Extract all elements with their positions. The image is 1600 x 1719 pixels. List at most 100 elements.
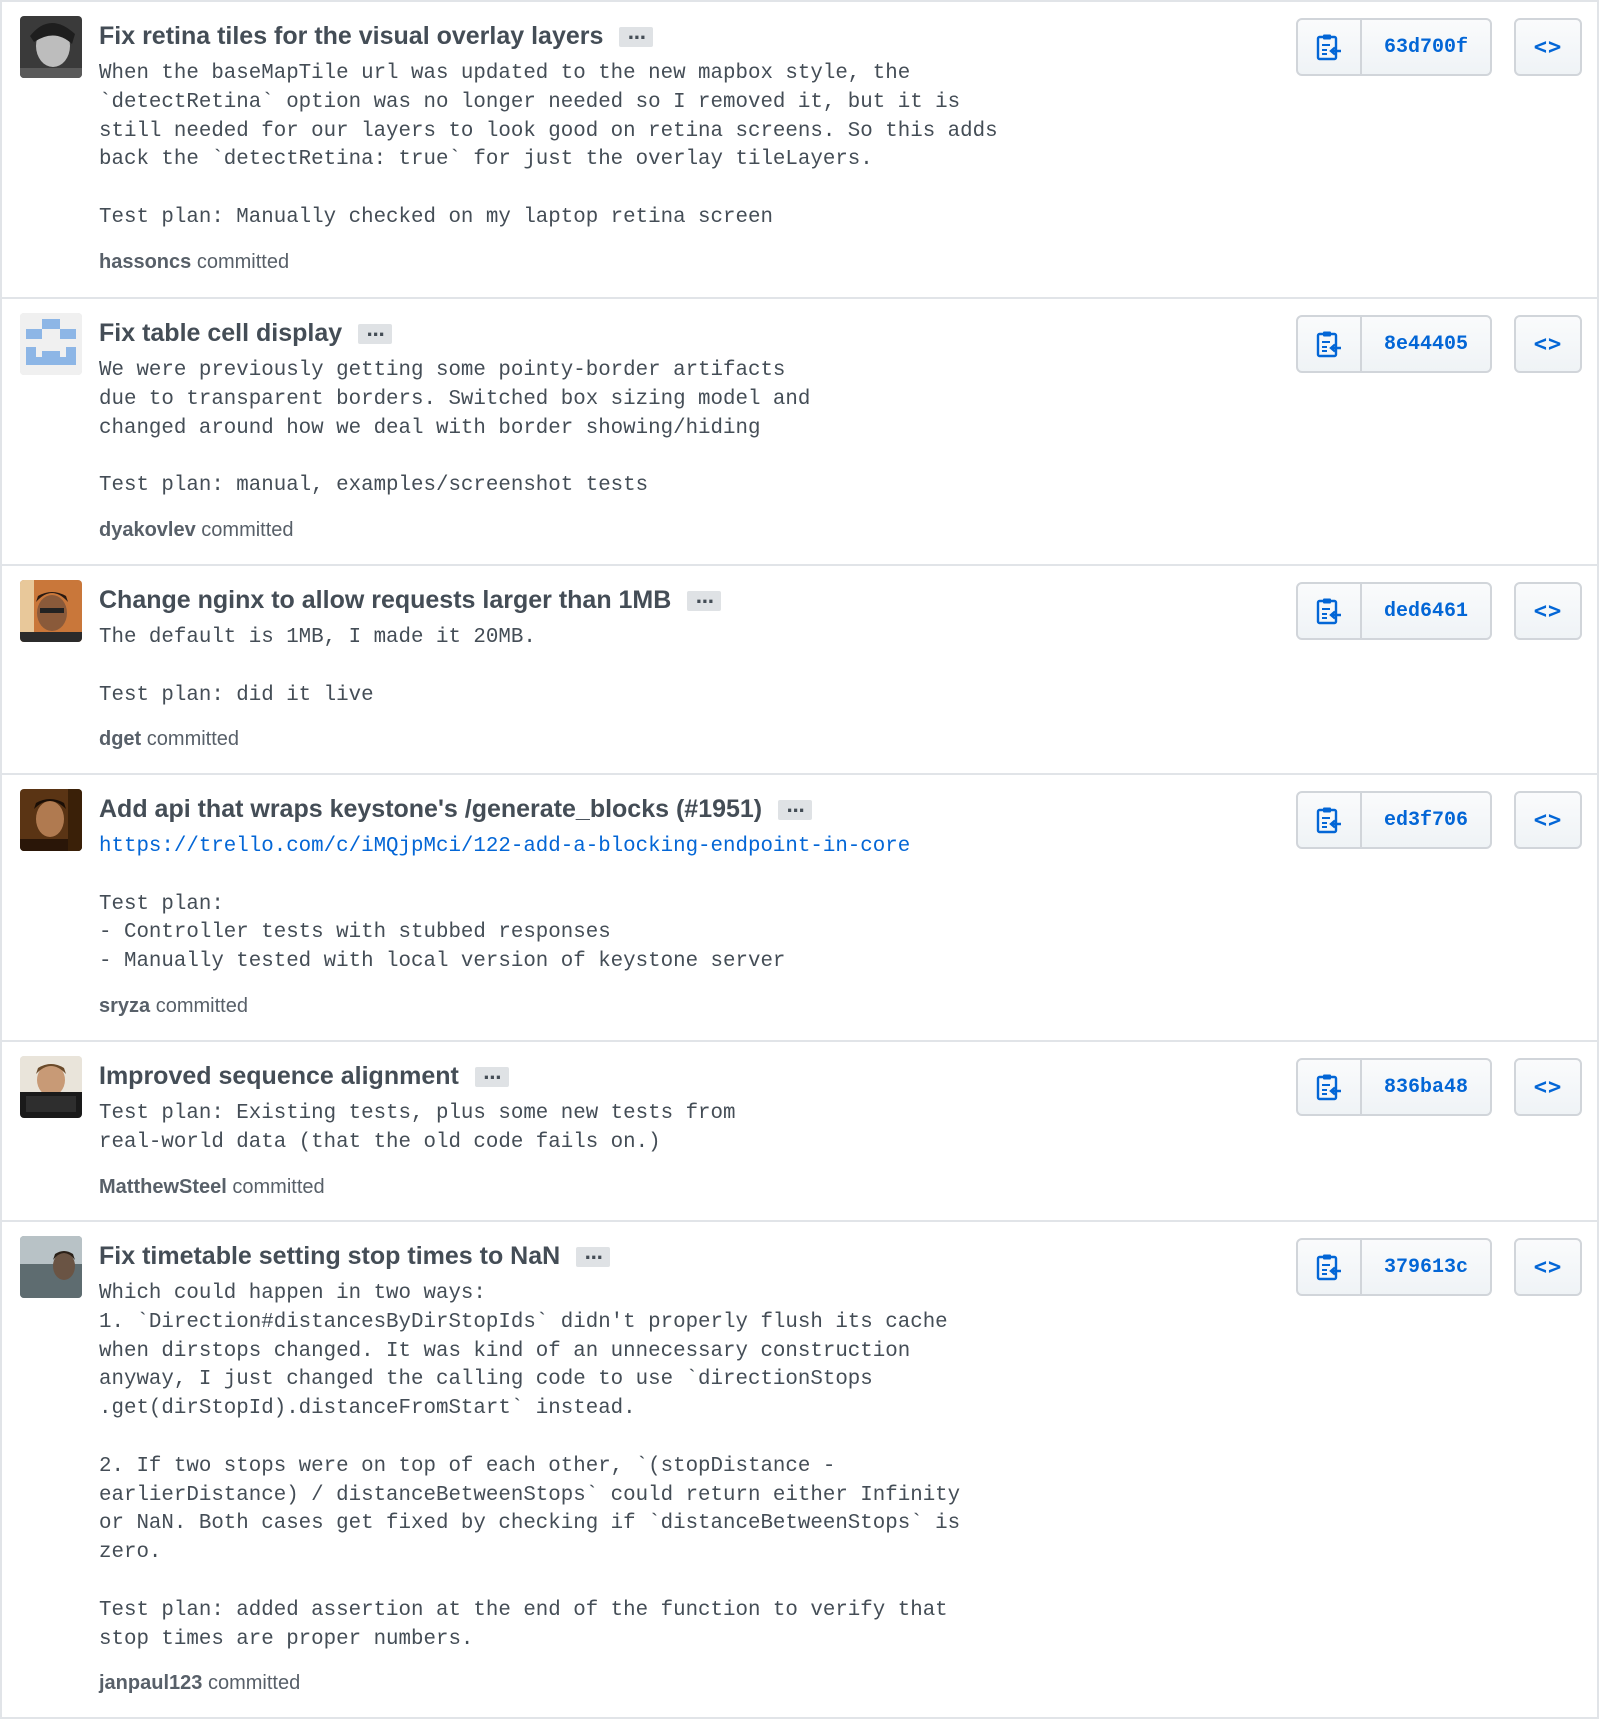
sha-button-group: 63d700f bbox=[1296, 18, 1492, 76]
commit-title[interactable]: Change nginx to allow requests larger th… bbox=[99, 586, 671, 615]
commit-title[interactable]: Fix table cell display bbox=[99, 319, 342, 348]
clipboard-copy-icon bbox=[1316, 807, 1341, 834]
browse-repo-button[interactable]: <> bbox=[1514, 1238, 1582, 1296]
code-icon: <> bbox=[1533, 1254, 1563, 1280]
commit-list: Fix retina tiles for the visual overlay … bbox=[0, 0, 1600, 1719]
sha-button-group: ded6461 bbox=[1296, 582, 1492, 640]
sha-button-group: 836ba48 bbox=[1296, 1058, 1492, 1116]
commit-title[interactable]: Fix retina tiles for the visual overlay … bbox=[99, 22, 603, 51]
avatar-photo-icon bbox=[20, 1056, 82, 1118]
avatar[interactable] bbox=[20, 1236, 82, 1298]
commit-item: Add api that wraps keystone's /generate_… bbox=[0, 773, 1599, 1040]
commit-title[interactable]: Fix timetable setting stop times to NaN bbox=[99, 1242, 560, 1271]
commit-meta: hassoncs committed bbox=[99, 249, 1269, 275]
commit-title[interactable]: Add api that wraps keystone's /generate_… bbox=[99, 795, 762, 824]
commit-description: Test plan: Existing tests, plus some new… bbox=[99, 1102, 736, 1154]
expand-message-button[interactable]: … bbox=[687, 587, 722, 611]
expand-message-button[interactable]: … bbox=[576, 1243, 611, 1267]
avatar-photo-icon bbox=[20, 1236, 82, 1298]
commit-actions: ded6461 <> bbox=[1296, 582, 1582, 640]
ellipsis-icon: … bbox=[786, 796, 805, 817]
commit-actions: 836ba48 <> bbox=[1296, 1058, 1582, 1116]
sha-button-group: 8e44405 bbox=[1296, 315, 1492, 373]
commit-item: Change nginx to allow requests larger th… bbox=[0, 564, 1599, 773]
clipboard-copy-icon bbox=[1316, 34, 1341, 61]
commit-action-text: committed bbox=[146, 728, 240, 751]
commit-sha-link[interactable]: 379613c bbox=[1362, 1240, 1490, 1294]
commit-description: The default is 1MB, I made it 20MB. Test… bbox=[99, 626, 536, 707]
sha-button-group: ed3f706 bbox=[1296, 791, 1492, 849]
commit-meta: dget committed bbox=[99, 726, 1269, 752]
clipboard-copy-icon bbox=[1316, 1074, 1341, 1101]
commit-sha-link[interactable]: 8e44405 bbox=[1362, 317, 1490, 371]
copy-sha-button[interactable] bbox=[1298, 584, 1362, 638]
avatar[interactable] bbox=[20, 789, 82, 851]
code-icon: <> bbox=[1533, 34, 1563, 60]
ellipsis-icon: … bbox=[483, 1063, 501, 1084]
copy-sha-button[interactable] bbox=[1298, 317, 1362, 371]
avatar-identicon-icon bbox=[20, 313, 82, 375]
sha-button-group: 379613c bbox=[1296, 1238, 1492, 1296]
author-link[interactable]: dyakovlev bbox=[99, 519, 196, 541]
avatar[interactable] bbox=[20, 1056, 82, 1118]
commit-description: Which could happen in two ways: 1. `Dire… bbox=[99, 1282, 961, 1651]
browse-repo-button[interactable]: <> bbox=[1514, 1058, 1582, 1116]
clipboard-copy-icon bbox=[1316, 598, 1341, 625]
commit-description-text: Test plan: - Controller tests with stubb… bbox=[99, 892, 786, 974]
browse-repo-button[interactable]: <> bbox=[1514, 791, 1582, 849]
commit-item: Fix timetable setting stop times to NaN … bbox=[0, 1220, 1599, 1719]
commit-description: https://trello.com/c/iMQjpMci/122-add-a-… bbox=[99, 833, 1269, 977]
commit-meta: janpaul123 committed bbox=[99, 1670, 1269, 1696]
expand-message-button[interactable]: … bbox=[778, 796, 813, 820]
expand-message-button[interactable]: … bbox=[474, 1063, 509, 1087]
commit-sha-link[interactable]: 63d700f bbox=[1362, 20, 1490, 74]
avatar[interactable] bbox=[20, 580, 82, 642]
code-icon: <> bbox=[1533, 598, 1563, 624]
commit-item: Fix retina tiles for the visual overlay … bbox=[0, 0, 1599, 297]
code-icon: <> bbox=[1533, 807, 1563, 833]
author-link[interactable]: sryza bbox=[99, 995, 150, 1017]
commit-sha-link[interactable]: 836ba48 bbox=[1362, 1060, 1490, 1114]
browse-repo-button[interactable]: <> bbox=[1514, 582, 1582, 640]
ellipsis-icon: … bbox=[627, 23, 646, 44]
commit-action-text: committed bbox=[196, 250, 290, 273]
copy-sha-button[interactable] bbox=[1298, 1240, 1362, 1294]
commit-description: We were previously getting some pointy-b… bbox=[99, 359, 811, 498]
code-icon: <> bbox=[1533, 1074, 1563, 1100]
clipboard-copy-icon bbox=[1316, 1254, 1341, 1281]
avatar[interactable] bbox=[20, 16, 82, 78]
author-link[interactable]: hassoncs bbox=[99, 251, 191, 273]
commit-title[interactable]: Improved sequence alignment bbox=[99, 1062, 459, 1091]
expand-message-button[interactable]: … bbox=[358, 320, 393, 344]
expand-message-button[interactable]: … bbox=[619, 23, 654, 47]
browse-repo-button[interactable]: <> bbox=[1514, 18, 1582, 76]
code-icon: <> bbox=[1533, 331, 1563, 357]
author-link[interactable]: MatthewSteel bbox=[99, 1176, 227, 1198]
commit-sha-link[interactable]: ded6461 bbox=[1362, 584, 1490, 638]
commit-actions: ed3f706 <> bbox=[1296, 791, 1582, 849]
commit-meta: dyakovlev committed bbox=[99, 517, 1269, 543]
author-link[interactable]: janpaul123 bbox=[99, 1672, 202, 1694]
commit-meta: MatthewSteel committed bbox=[99, 1174, 1269, 1200]
commit-actions: 63d700f <> bbox=[1296, 18, 1582, 76]
author-link[interactable]: dget bbox=[99, 728, 141, 750]
browse-repo-button[interactable]: <> bbox=[1514, 315, 1582, 373]
trello-link[interactable]: https://trello.com/c/iMQjpMci/122-add-a-… bbox=[99, 835, 910, 858]
copy-sha-button[interactable] bbox=[1298, 20, 1362, 74]
commit-actions: 8e44405 <> bbox=[1296, 315, 1582, 373]
ellipsis-icon: … bbox=[366, 320, 385, 341]
commit-meta: sryza committed bbox=[99, 993, 1269, 1019]
copy-sha-button[interactable] bbox=[1298, 1060, 1362, 1114]
commit-action-text: committed bbox=[201, 518, 294, 541]
commit-description: When the baseMapTile url was updated to … bbox=[99, 62, 998, 229]
avatar-photo-icon bbox=[20, 580, 82, 642]
clipboard-copy-icon bbox=[1316, 331, 1341, 358]
avatar-photo-icon bbox=[20, 789, 82, 851]
commit-actions: 379613c <> bbox=[1296, 1238, 1582, 1296]
commit-sha-link[interactable]: ed3f706 bbox=[1362, 793, 1490, 847]
copy-sha-button[interactable] bbox=[1298, 793, 1362, 847]
commit-item: Fix table cell display … We were previou… bbox=[0, 297, 1599, 564]
commit-action-text: committed bbox=[155, 994, 248, 1017]
avatar[interactable] bbox=[20, 313, 82, 375]
ellipsis-icon: … bbox=[584, 1243, 603, 1264]
